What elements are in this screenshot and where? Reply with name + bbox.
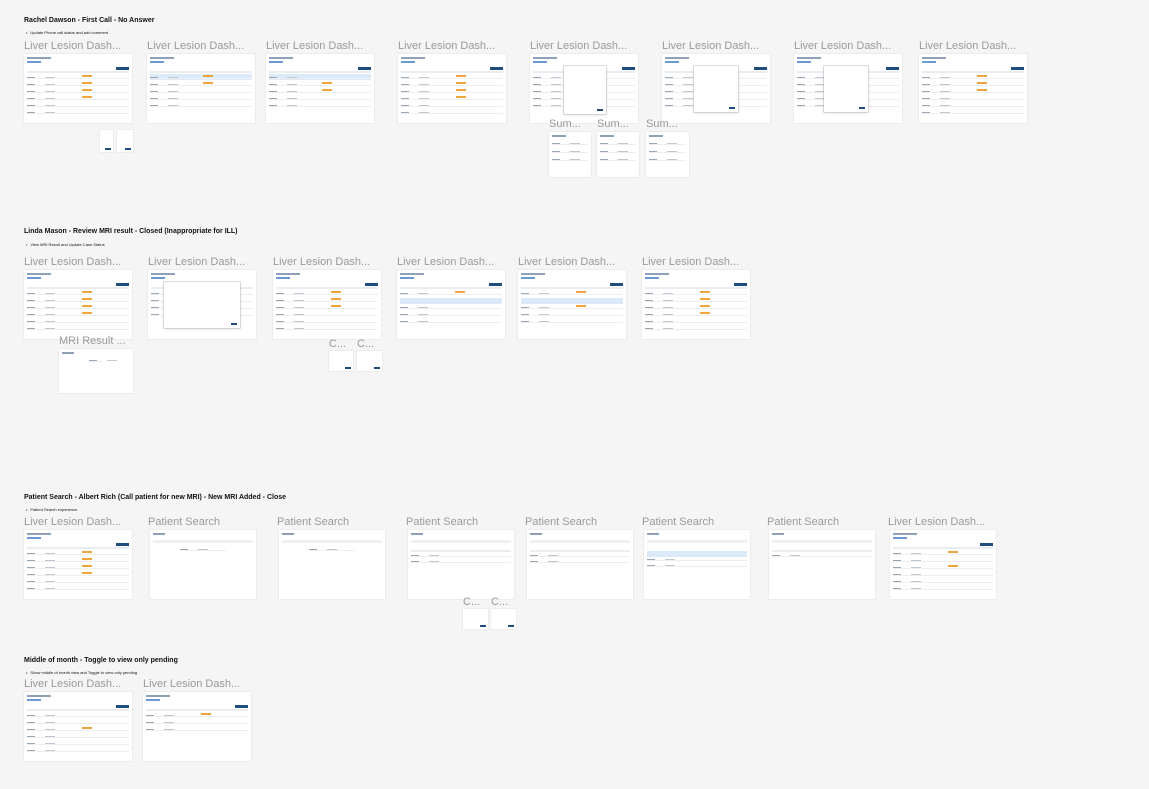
- frame-summary[interactable]: [597, 132, 639, 177]
- frame-label: Liver Lesion Dash...: [24, 678, 122, 690]
- frame-label: Liver Lesion Dash...: [397, 256, 495, 268]
- frame-liver-lesion-dashboard[interactable]: [273, 270, 381, 339]
- section-title-linda-mason: Linda Mason - Review MRI result - Closed…: [24, 228, 238, 235]
- frame-label: Liver Lesion Dash...: [266, 40, 364, 52]
- frame-label: Liver Lesion Dash...: [24, 40, 122, 52]
- frame-case-status[interactable]: [329, 351, 353, 371]
- frame-liver-lesion-dashboard[interactable]: [147, 54, 255, 123]
- frame-label: Liver Lesion Dash...: [273, 256, 371, 268]
- section-title-rachel-dawson: Rachel Dawson - First Call - No Answer: [24, 17, 155, 24]
- section-subtitle-middle-of-month: Show middle of month view and Toggle to …: [26, 670, 137, 675]
- frame-liver-lesion-dashboard[interactable]: [24, 692, 132, 761]
- frame-summary[interactable]: [549, 132, 591, 177]
- frame-liver-lesion-dashboard[interactable]: [24, 54, 132, 123]
- frame-label: Patient Search: [525, 516, 598, 528]
- frame-patient-search[interactable]: [408, 530, 514, 599]
- mini-frame[interactable]: [117, 130, 133, 152]
- frame-label: Liver Lesion Dash...: [24, 256, 122, 268]
- frame-label-case-status: C...: [357, 338, 375, 350]
- frame-liver-lesion-dashboard[interactable]: [266, 54, 374, 123]
- frame-label-case-status: C...: [491, 596, 509, 608]
- frame-label-case-status: C...: [329, 338, 347, 350]
- frame-label-summary: Sum...: [646, 118, 678, 130]
- frame-liver-lesion-dashboard[interactable]: [24, 270, 132, 339]
- frame-label: Liver Lesion Dash...: [888, 516, 986, 528]
- frame-label: Patient Search: [277, 516, 350, 528]
- frame-label: Liver Lesion Dash...: [148, 256, 246, 268]
- frame-case-status[interactable]: [357, 351, 382, 371]
- frame-label: Liver Lesion Dash...: [642, 256, 740, 268]
- frame-label: Patient Search: [642, 516, 715, 528]
- mini-frame[interactable]: [100, 130, 113, 152]
- frame-label: Patient Search: [406, 516, 479, 528]
- section-subtitle-patient-search: Patient Search experience: [26, 507, 77, 512]
- frame-label: Liver Lesion Dash...: [518, 256, 616, 268]
- frame-label-summary: Sum...: [597, 118, 629, 130]
- frame-liver-lesion-dashboard[interactable]: [518, 270, 626, 339]
- frame-label: Patient Search: [767, 516, 840, 528]
- frame-label: Liver Lesion Dash...: [147, 40, 245, 52]
- frame-label: Liver Lesion Dash...: [794, 40, 892, 52]
- frame-summary[interactable]: [646, 132, 689, 177]
- frame-liver-lesion-dashboard[interactable]: [890, 530, 996, 599]
- section-subtitle-rachel-dawson: Update Phone call status and add comment: [26, 30, 108, 35]
- frame-label-summary: Sum...: [549, 118, 581, 130]
- frame-liver-lesion-dashboard[interactable]: [794, 54, 902, 123]
- frame-label: Liver Lesion Dash...: [530, 40, 628, 52]
- section-subtitle-linda-mason: View MRI Result and Update Case Status: [26, 242, 104, 247]
- frame-label-mri-result: MRI Result ...: [59, 335, 126, 347]
- frame-label: Liver Lesion Dash...: [24, 516, 122, 528]
- frame-label: Patient Search: [148, 516, 221, 528]
- frame-label: Liver Lesion Dash...: [143, 678, 241, 690]
- frame-liver-lesion-dashboard[interactable]: [397, 270, 505, 339]
- frame-patient-search[interactable]: [644, 530, 750, 599]
- frame-case-status[interactable]: [463, 609, 488, 629]
- frame-liver-lesion-dashboard[interactable]: [642, 270, 750, 339]
- frame-liver-lesion-dashboard[interactable]: [662, 54, 770, 123]
- frame-case-status[interactable]: [491, 609, 516, 629]
- frame-liver-lesion-dashboard[interactable]: [24, 530, 132, 599]
- frame-label: Liver Lesion Dash...: [662, 40, 760, 52]
- frame-liver-lesion-dashboard[interactable]: [919, 54, 1027, 123]
- frame-liver-lesion-dashboard[interactable]: [143, 692, 251, 761]
- frame-label-case-status: C...: [463, 596, 481, 608]
- frame-patient-search[interactable]: [279, 530, 385, 599]
- frame-patient-search[interactable]: [150, 530, 256, 599]
- frame-liver-lesion-dashboard[interactable]: [148, 270, 256, 339]
- frame-liver-lesion-dashboard[interactable]: [398, 54, 506, 123]
- frame-label: Liver Lesion Dash...: [919, 40, 1017, 52]
- frame-label: Liver Lesion Dash...: [398, 40, 496, 52]
- frame-liver-lesion-dashboard[interactable]: [530, 54, 638, 123]
- section-title-patient-search: Patient Search - Albert Rich (Call patie…: [24, 494, 287, 501]
- frame-patient-search[interactable]: [769, 530, 875, 599]
- frame-patient-search[interactable]: [527, 530, 633, 599]
- frame-mri-result[interactable]: [59, 349, 133, 393]
- section-title-middle-of-month: Middle of month - Toggle to view only pe…: [24, 657, 178, 664]
